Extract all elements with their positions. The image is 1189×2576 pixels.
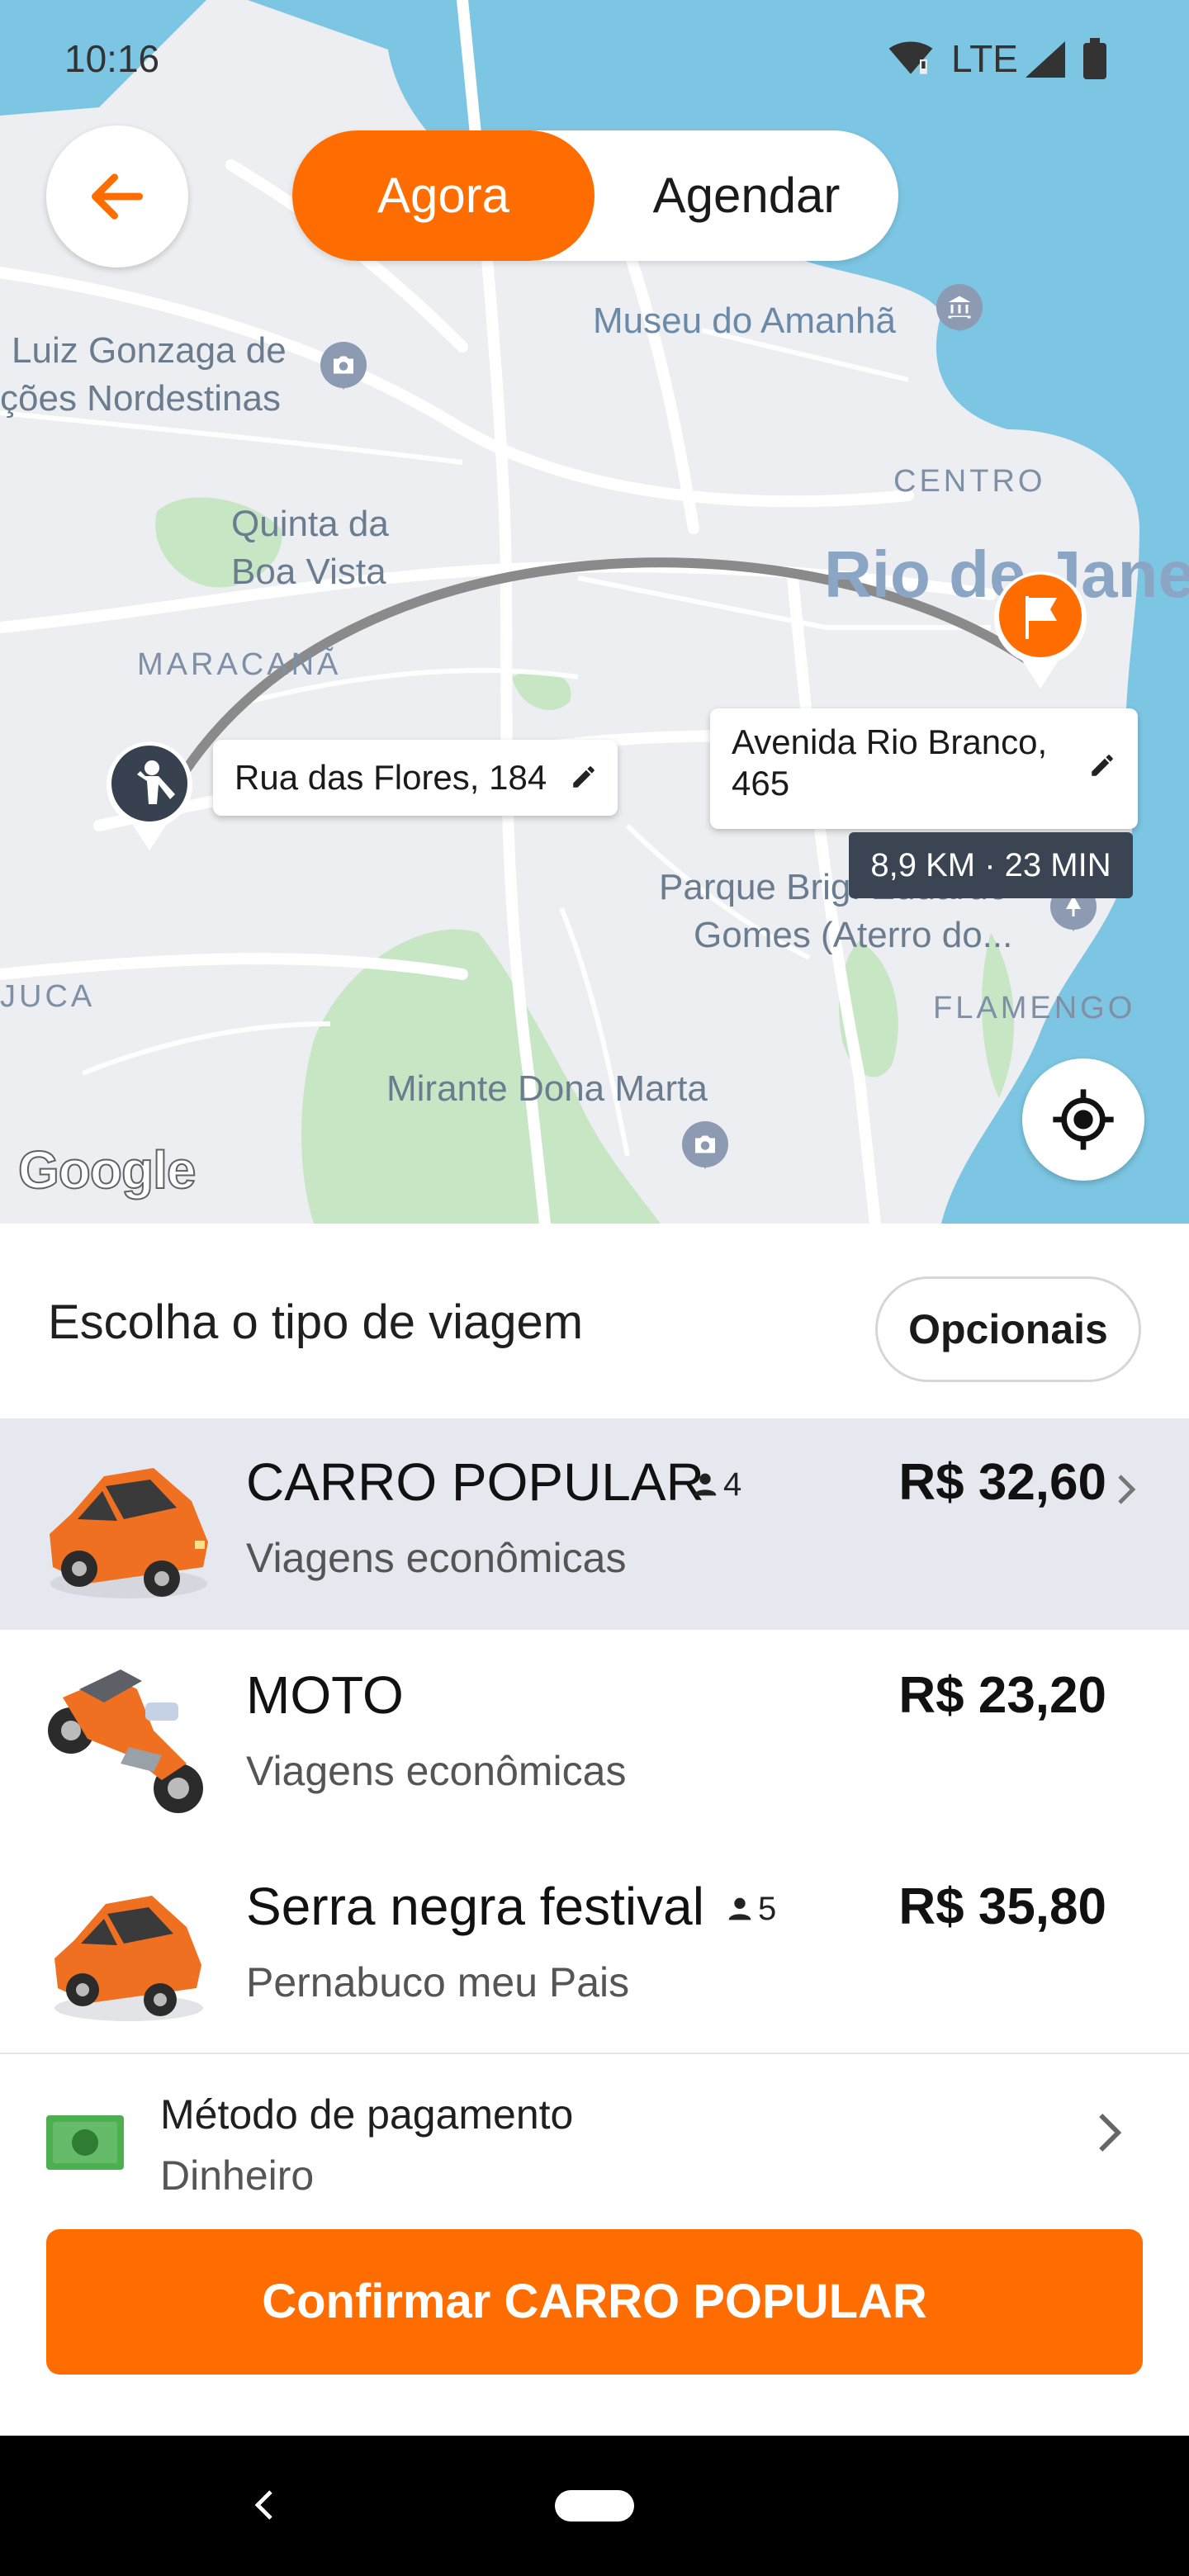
ride-price: R$ 35,80	[898, 1878, 1106, 1935]
map-label-mirante: Mirante Dona Marta	[386, 1068, 708, 1109]
edit-icon[interactable]	[1088, 751, 1116, 779]
ride-name: Serra negra festival	[246, 1877, 704, 1936]
capacity-indicator: 5	[727, 1891, 776, 1928]
destination-address-callout[interactable]: Avenida Rio Branco, 465	[710, 708, 1138, 829]
options-button[interactable]: Opcionais	[875, 1276, 1141, 1382]
now-option[interactable]: Agora	[292, 130, 594, 261]
map-label-museu: Museu do Amanhã	[593, 301, 896, 341]
crosshair-icon	[1053, 1089, 1114, 1150]
origin-pin[interactable]	[104, 738, 195, 854]
person-icon	[728, 1897, 751, 1920]
signal-icon	[1026, 41, 1065, 82]
origin-address: Rua das Flores, 184	[234, 758, 547, 797]
museum-icon[interactable]	[936, 284, 983, 332]
ride-price: R$ 23,20	[898, 1667, 1106, 1724]
schedule-option[interactable]: Agendar	[594, 130, 898, 261]
camera-icon[interactable]	[682, 1121, 728, 1169]
map-label-quinta-2: Boa Vista	[231, 552, 386, 592]
ride-description: Pernabuco meu Pais	[246, 1959, 630, 2005]
wifi-icon	[888, 41, 933, 82]
ride-description: Viagens econômicas	[246, 1748, 627, 1794]
car-icon	[50, 1468, 208, 1598]
map-label-flamengo: FLAMENGO	[933, 991, 1136, 1025]
destination-pin[interactable]	[991, 568, 1090, 692]
map-label-parque-2: Gomes (Aterro do...	[694, 915, 1013, 955]
trip-summary-badge: 8,9 KM · 23 MIN	[849, 832, 1133, 898]
ride-price: R$ 32,60	[898, 1454, 1106, 1511]
arrow-left-icon	[92, 173, 144, 220]
capacity-indicator: 4	[692, 1466, 741, 1503]
map-label-gonzaga: Luiz Gonzaga de	[12, 330, 287, 371]
destination-address: Avenida Rio Branco, 465	[732, 722, 1048, 803]
ride-option-serra-negra-festival[interactable]: Serra negra festival 5 Pernabuco meu Pai…	[0, 1843, 1189, 2054]
payment-label: Método de pagamento	[160, 2091, 574, 2138]
my-location-button[interactable]	[1022, 1058, 1144, 1181]
map-label-maracana: MARACANÃ	[137, 647, 342, 682]
ride-description: Viagens econômicas	[246, 1535, 627, 1581]
map-label-gonzaga-2: ções Nordestinas	[0, 378, 281, 419]
motorcycle-icon	[48, 1669, 203, 1813]
back-button[interactable]	[46, 125, 188, 268]
person-icon	[694, 1473, 717, 1496]
ride-option-moto[interactable]: MOTO Viagens econômicas R$ 23,20	[0, 1631, 1189, 1843]
cash-icon	[46, 2115, 124, 2170]
car-icon	[54, 1896, 203, 2021]
payment-value: Dinheiro	[160, 2152, 315, 2199]
origin-address-callout[interactable]: Rua das Flores, 184	[213, 740, 618, 816]
capacity-value: 4	[723, 1466, 742, 1503]
status-time: 10:16	[64, 37, 160, 80]
camera-icon[interactable]	[320, 342, 367, 390]
battery-icon	[1083, 38, 1106, 83]
capacity-value: 5	[758, 1891, 777, 1927]
network-type: LTE	[951, 37, 1018, 80]
nav-back-icon[interactable]	[253, 2488, 274, 2522]
map-label-quinta: Quinta da	[231, 504, 389, 544]
payment-method-row[interactable]: Método de pagamento Dinheiro	[0, 2053, 1189, 2219]
ride-name: MOTO	[246, 1665, 404, 1725]
nav-home-pill[interactable]	[555, 2490, 634, 2522]
google-logo: Google	[17, 1139, 197, 1200]
edit-icon[interactable]	[570, 763, 598, 791]
confirm-ride-button[interactable]: Confirmar CARRO POPULAR	[46, 2229, 1143, 2375]
trip-time-toggle: Agora Agendar	[292, 130, 898, 261]
system-nav-bar	[0, 2436, 1189, 2576]
ride-option-carro-popular[interactable]: CARRO POPULAR 4 Viagens econômicas R$ 32…	[0, 1418, 1189, 1630]
chevron-right-icon	[1099, 2114, 1122, 2152]
map-label-juca: JUCA	[0, 979, 96, 1014]
chevron-right-icon	[1118, 1475, 1136, 1504]
map-label-centro: CENTRO	[893, 464, 1046, 499]
ride-name: CARRO POPULAR	[246, 1452, 704, 1512]
sheet-title: Escolha o tipo de viagem	[48, 1295, 584, 1349]
